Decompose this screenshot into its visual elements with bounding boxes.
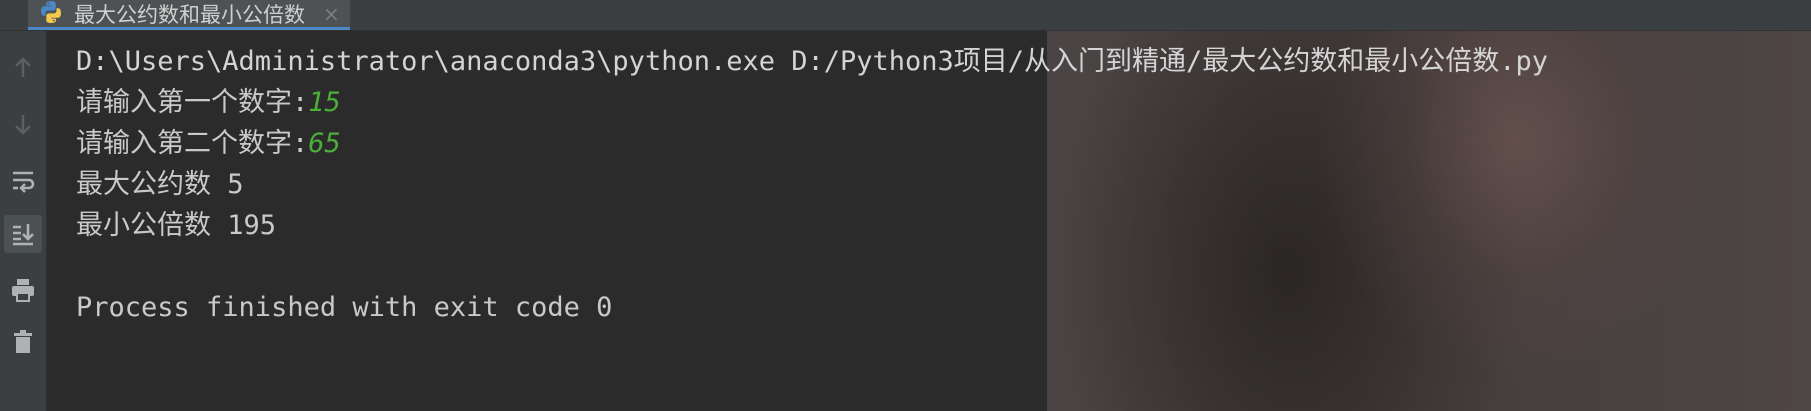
- close-icon[interactable]: ×: [323, 2, 340, 26]
- command-line: D:\Users\Administrator\anaconda3\python.…: [76, 46, 1549, 77]
- trash-icon[interactable]: [4, 323, 42, 361]
- down-arrow-icon[interactable]: [4, 105, 42, 143]
- print-icon[interactable]: [4, 271, 42, 309]
- input-line-2: 请输入第二个数字:65: [76, 123, 1811, 164]
- tab-run-config[interactable]: 最大公约数和最小公倍数 ×: [28, 0, 350, 30]
- console-output[interactable]: D:\Users\Administrator\anaconda3\python.…: [47, 31, 1811, 411]
- python-icon: [38, 0, 64, 29]
- lcm-output: 最小公倍数 195: [76, 210, 277, 241]
- soft-wrap-icon[interactable]: [4, 161, 42, 199]
- prompt-text: 请输入第一个数字:: [76, 87, 309, 118]
- console-toolbar: [0, 31, 47, 411]
- gcd-output: 最大公约数 5: [76, 169, 244, 200]
- scroll-to-end-icon[interactable]: [4, 215, 42, 253]
- prompt-text: 请输入第二个数字:: [76, 128, 309, 159]
- user-input-value: 65: [308, 128, 341, 159]
- run-console-window: 最大公约数和最小公倍数 × D:\Users\Administrator\ana…: [0, 0, 1811, 411]
- tab-title: 最大公约数和最小公倍数: [74, 2, 305, 27]
- tab-bar: 最大公约数和最小公倍数 ×: [0, 0, 1811, 31]
- user-input-value: 15: [308, 87, 341, 118]
- up-arrow-icon[interactable]: [4, 49, 42, 87]
- input-line-1: 请输入第一个数字:15: [76, 82, 1811, 123]
- exit-status: Process finished with exit code 0: [76, 292, 613, 323]
